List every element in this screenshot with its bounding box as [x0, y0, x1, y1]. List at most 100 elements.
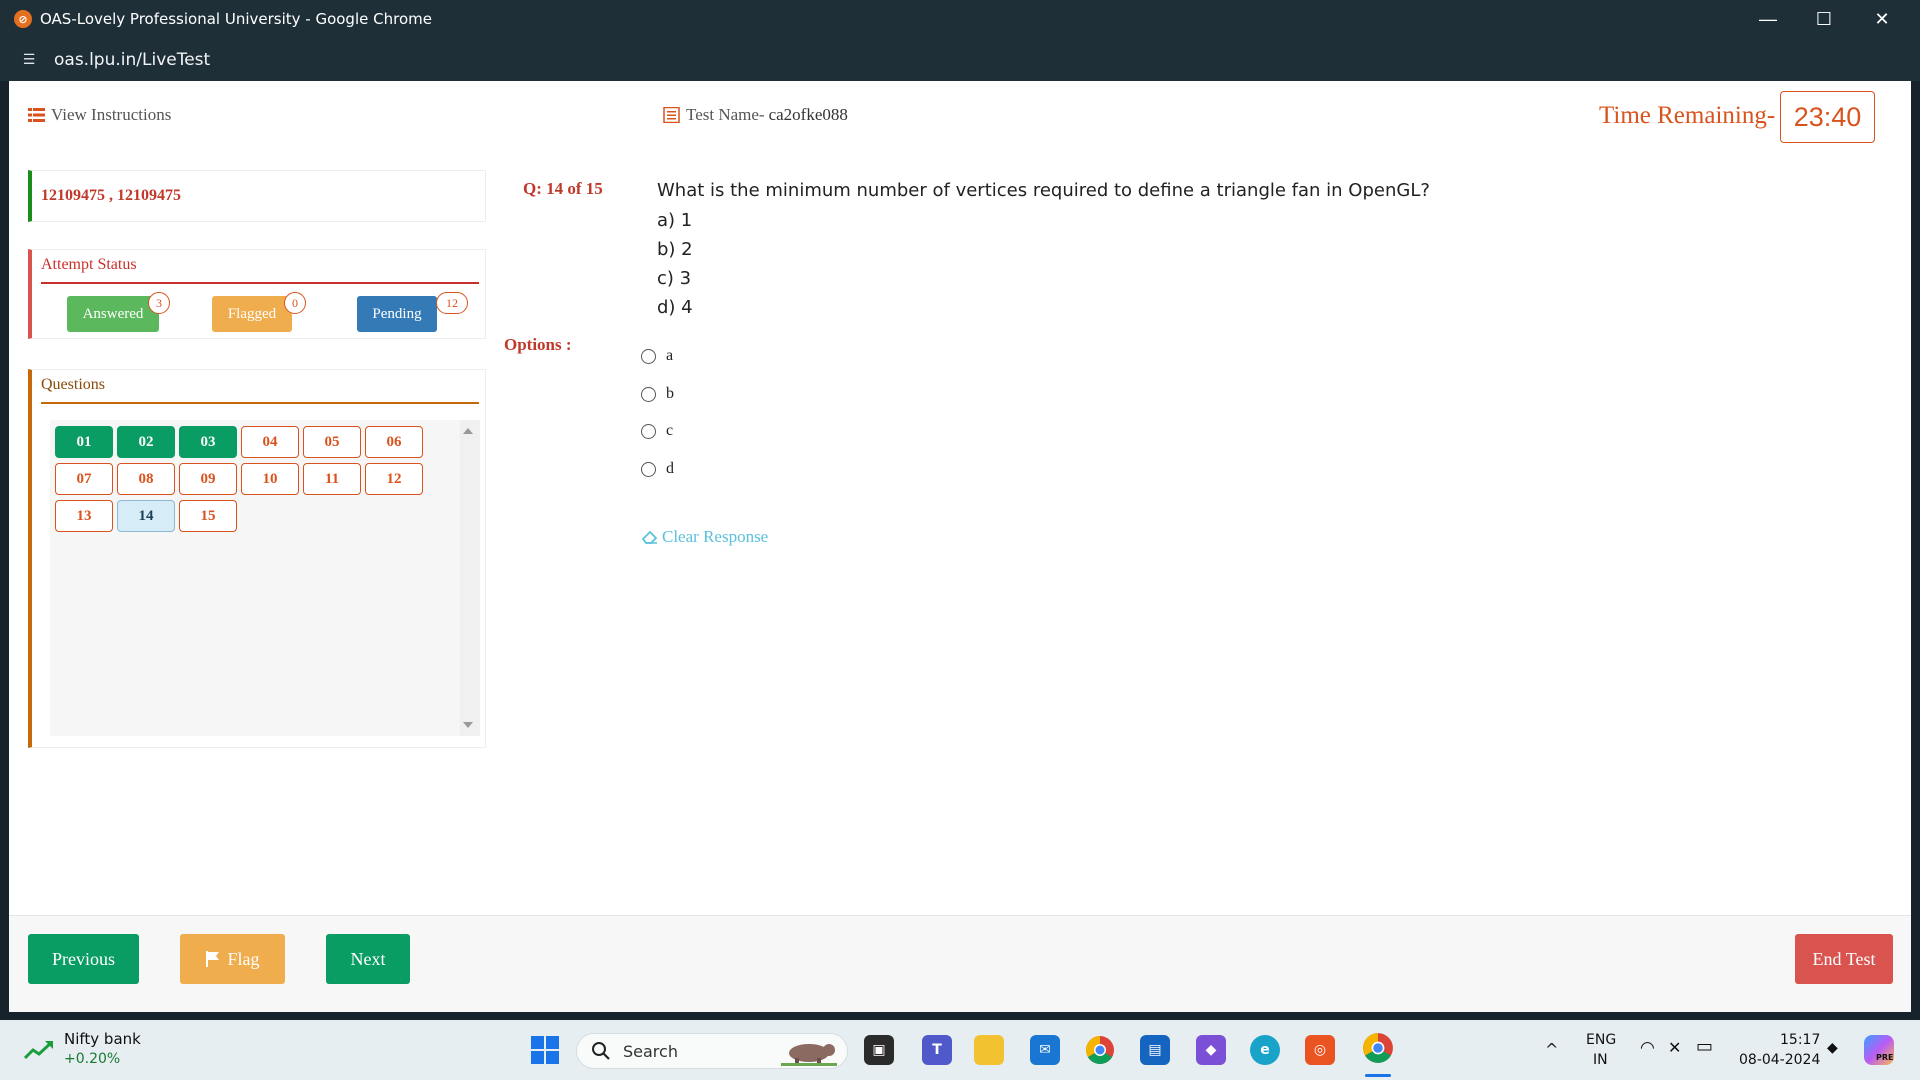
site-info-icon[interactable]: ☰	[16, 47, 42, 73]
test-name: Test Name- ca2ofke088	[663, 105, 848, 125]
window-title: OAS-Lovely Professional University - Goo…	[40, 10, 432, 28]
options-label: Options :	[504, 335, 572, 354]
question-button-02[interactable]: 02	[117, 426, 175, 458]
widget-title[interactable]: Nifty bank	[64, 1030, 141, 1048]
show-hidden-icons-chevron-icon[interactable]: ^	[1545, 1040, 1558, 1059]
question-button-15[interactable]: 15	[179, 500, 237, 532]
lpu-favicon-icon: ⊘	[14, 10, 32, 28]
flagged-count-badge: 0	[284, 292, 306, 314]
question-button-09[interactable]: 09	[179, 463, 237, 495]
store-icon[interactable]: ▤	[1140, 1035, 1170, 1065]
flag-button[interactable]: Flag	[180, 934, 285, 984]
mail-icon[interactable]: ✉	[1030, 1035, 1060, 1065]
stock-chart-icon[interactable]	[24, 1039, 54, 1061]
test-name-value: ca2ofke088	[768, 105, 848, 124]
maximize-button[interactable]: ☐	[1796, 0, 1852, 38]
volume-muted-icon[interactable]: ✕	[1668, 1038, 1681, 1057]
option-d[interactable]: d	[641, 460, 674, 478]
pending-label: Pending	[372, 305, 422, 322]
language-line-1[interactable]: ENG	[1586, 1032, 1616, 1048]
taskbar-search[interactable]: Search	[576, 1033, 848, 1069]
question-button-01[interactable]: 01	[55, 426, 113, 458]
copilot-badge: PRE	[1876, 1053, 1894, 1062]
questions-card: Questions 01 02 03 04 05 06 07 08 09 10 11 12 13 14 15	[28, 369, 486, 748]
question-choice: d) 4	[657, 297, 693, 318]
pending-status-button[interactable]: Pending	[357, 296, 437, 332]
document-icon	[663, 107, 680, 123]
clear-response-link[interactable]: Clear Response	[641, 527, 768, 547]
question-number: Q: 14 of 15	[523, 179, 603, 198]
question-choice: c) 3	[657, 268, 692, 289]
question-button-10[interactable]: 10	[241, 463, 299, 495]
scroll-up-icon[interactable]	[463, 428, 473, 434]
address-bar: ☰ oas.lpu.in/LiveTest	[0, 38, 1920, 81]
active-app-indicator	[1365, 1074, 1391, 1077]
radio-button[interactable]	[641, 423, 656, 439]
next-button[interactable]: Next	[326, 934, 410, 984]
question-grid-scrollbar[interactable]	[460, 420, 480, 736]
test-page: View Instructions Test Name- ca2ofke088 …	[9, 81, 1911, 1012]
questions-title: Questions	[41, 376, 479, 404]
notification-bell-icon[interactable]: ◆	[1827, 1040, 1838, 1056]
flagged-status-button[interactable]: Flagged	[212, 296, 292, 332]
question-button-14[interactable]: 14	[117, 500, 175, 532]
question-button-08[interactable]: 08	[117, 463, 175, 495]
wifi-icon[interactable]: ◠	[1640, 1038, 1655, 1058]
user-ids: 12109475 , 12109475	[41, 187, 181, 204]
question-choice: b) 2	[657, 239, 693, 260]
user-id-card: 12109475 , 12109475	[28, 170, 486, 222]
animal-graphic-icon	[781, 1044, 837, 1066]
question-button-13[interactable]: 13	[55, 500, 113, 532]
file-explorer-icon[interactable]	[974, 1035, 1004, 1065]
pending-count-badge: 12	[436, 292, 468, 314]
eraser-icon	[641, 530, 658, 544]
attempt-status-title: Attempt Status	[41, 256, 479, 284]
radio-button[interactable]	[641, 348, 656, 364]
option-a[interactable]: a	[641, 347, 673, 365]
option-b[interactable]: b	[641, 385, 674, 403]
question-button-11[interactable]: 11	[303, 463, 361, 495]
battery-icon[interactable]: ▭	[1696, 1036, 1713, 1057]
previous-button[interactable]: Previous	[28, 934, 139, 984]
minimize-button[interactable]: —	[1740, 0, 1796, 38]
view-instructions-label: View Instructions	[51, 105, 172, 124]
clock-date: 08-04-2024	[1739, 1052, 1821, 1068]
url-field[interactable]: oas.lpu.in/LiveTest	[54, 50, 210, 70]
chrome-profile-icon[interactable]	[1362, 1032, 1394, 1064]
option-label: b	[666, 385, 674, 402]
answered-label: Answered	[82, 305, 144, 322]
ubuntu-icon[interactable]: ◎	[1305, 1035, 1335, 1065]
test-name-label: Test Name-	[686, 105, 765, 124]
answered-status-button[interactable]: Answered	[67, 296, 159, 332]
teams-icon[interactable]: T	[922, 1035, 952, 1065]
question-text: What is the minimum number of vertices r…	[657, 180, 1430, 201]
question-button-07[interactable]: 07	[55, 463, 113, 495]
close-button[interactable]: ✕	[1854, 0, 1910, 38]
view-instructions-link[interactable]: View Instructions	[28, 105, 171, 125]
question-button-12[interactable]: 12	[365, 463, 423, 495]
windows-taskbar: Nifty bank +0.20% Search ▣ T ✉ ▤ ◆ e ◎ ^…	[0, 1020, 1920, 1080]
answered-count-badge: 3	[148, 292, 170, 314]
copilot-icon[interactable]: PRE	[1864, 1035, 1894, 1065]
task-view-icon[interactable]: ▣	[864, 1035, 894, 1065]
question-button-05[interactable]: 05	[303, 426, 361, 458]
edge-icon[interactable]: e	[1250, 1035, 1280, 1065]
question-button-06[interactable]: 06	[365, 426, 423, 458]
radio-button[interactable]	[641, 386, 656, 402]
end-test-button[interactable]: End Test	[1795, 934, 1893, 984]
scroll-down-icon[interactable]	[463, 722, 473, 728]
clock-time[interactable]: 15:17	[1780, 1032, 1820, 1048]
previous-label: Previous	[52, 948, 115, 969]
radio-button[interactable]	[641, 461, 656, 477]
option-label: d	[666, 460, 674, 477]
option-c[interactable]: c	[641, 422, 673, 440]
question-button-03[interactable]: 03	[179, 426, 237, 458]
question-button-04[interactable]: 04	[241, 426, 299, 458]
page-header: View Instructions Test Name- ca2ofke088 …	[9, 81, 1911, 151]
app-icon[interactable]: ◆	[1196, 1035, 1226, 1065]
question-grid: 01 02 03 04 05 06 07 08 09 10 11 12 13 14 15	[50, 420, 480, 736]
chrome-icon[interactable]	[1085, 1035, 1115, 1065]
search-placeholder: Search	[623, 1041, 678, 1061]
windows-start-icon[interactable]	[530, 1035, 560, 1065]
widget-value: +0.20%	[64, 1051, 121, 1067]
